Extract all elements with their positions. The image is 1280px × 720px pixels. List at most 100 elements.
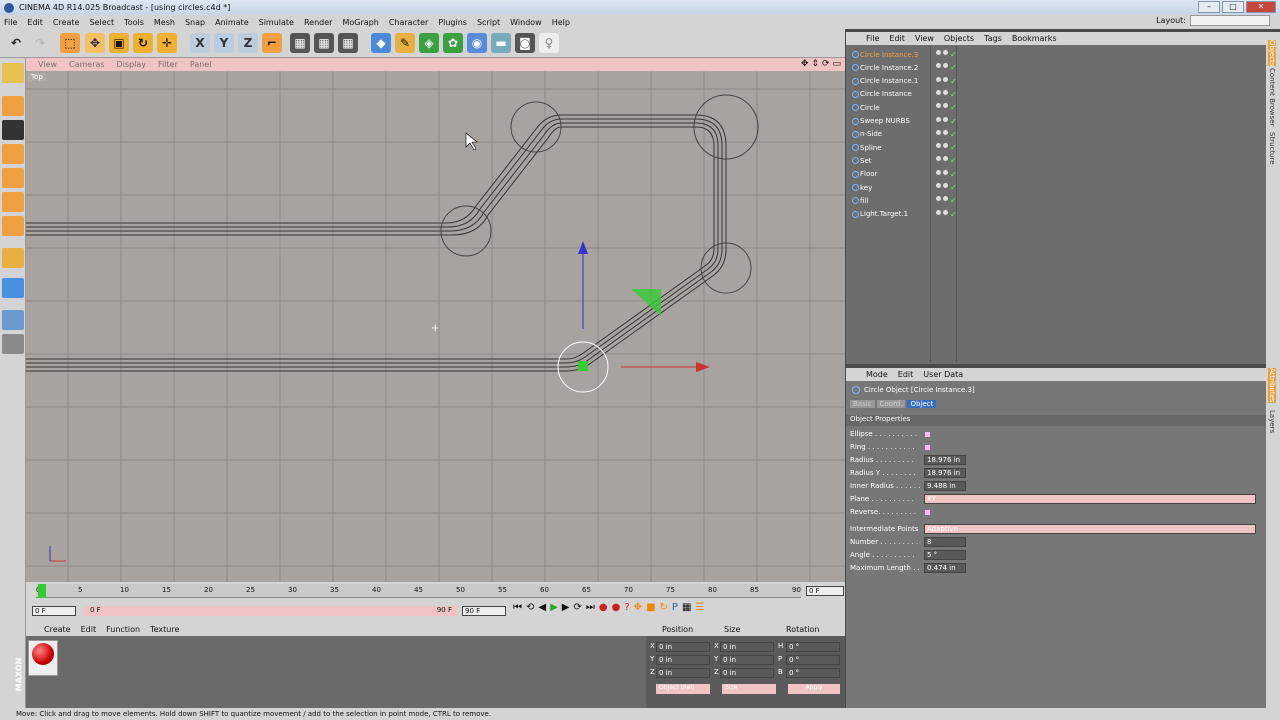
minimize-button[interactable]: – bbox=[1198, 1, 1220, 13]
planar-workplane-icon[interactable] bbox=[2, 334, 24, 354]
pan-icon[interactable]: ✥ bbox=[801, 59, 809, 69]
pos-x-field[interactable]: 0 in bbox=[656, 642, 710, 652]
next-frame-icon[interactable]: ▶ bbox=[562, 602, 570, 613]
om-menu-tags[interactable]: Tags bbox=[984, 34, 1002, 43]
viewport-top[interactable]: View Cameras Display Filter Panel Top + … bbox=[26, 58, 845, 582]
go-to-end-icon[interactable]: ⏭ bbox=[586, 602, 595, 613]
pos-z-field[interactable]: 0 in bbox=[656, 668, 710, 678]
tab-objects[interactable]: Objects bbox=[1268, 40, 1276, 67]
rot-b-field[interactable]: 0 ° bbox=[786, 668, 840, 678]
previous-frame-icon[interactable]: ◀ bbox=[538, 602, 546, 613]
rot-p-field[interactable]: 0 ° bbox=[786, 655, 840, 665]
om-menu-objects[interactable]: Objects bbox=[944, 34, 974, 43]
position-key-icon[interactable]: ✥ bbox=[634, 602, 642, 613]
property-checkbox[interactable] bbox=[924, 430, 931, 438]
size-x-field[interactable]: 0 in bbox=[720, 642, 774, 652]
viewport-menu-cameras[interactable]: Cameras bbox=[69, 60, 105, 69]
property-checkbox[interactable] bbox=[924, 508, 931, 516]
rotate-view-icon[interactable]: ⟳ bbox=[822, 59, 830, 69]
tab-object[interactable]: Object bbox=[907, 400, 937, 408]
size-y-field[interactable]: 0 in bbox=[720, 655, 774, 665]
scale-key-icon[interactable]: ■ bbox=[646, 602, 655, 613]
play-icon[interactable]: ▶ bbox=[550, 602, 558, 613]
start-frame-field[interactable]: 0 F bbox=[32, 606, 76, 616]
coordinate-system-icon[interactable]: ⌐ bbox=[262, 33, 282, 53]
y-axis-lock-icon[interactable]: Y bbox=[214, 33, 234, 53]
render-view-icon[interactable]: ▦ bbox=[290, 33, 310, 53]
rotation-key-icon[interactable]: ↻ bbox=[660, 602, 668, 613]
object-row[interactable]: Circle Instance.2 ✓ bbox=[850, 61, 1262, 74]
close-button[interactable]: ✕ bbox=[1246, 1, 1276, 13]
viewport-canvas[interactable]: + bbox=[26, 71, 845, 582]
property-checkbox[interactable] bbox=[924, 443, 931, 451]
nurbs-icon[interactable]: ◈ bbox=[419, 33, 439, 53]
cube-primitive-icon[interactable]: ◆ bbox=[371, 33, 391, 53]
visibility-toggles[interactable]: ✓ bbox=[936, 183, 957, 192]
previous-key-icon[interactable]: ⟲ bbox=[526, 602, 534, 613]
move-tool-icon[interactable]: ✥ bbox=[85, 33, 105, 53]
viewport-menu-panel[interactable]: Panel bbox=[190, 60, 212, 69]
om-menu-bookmarks[interactable]: Bookmarks bbox=[1012, 34, 1057, 43]
keyframe-selection-icon[interactable]: ? bbox=[624, 602, 629, 613]
timeline-menu-icon[interactable]: ☰ bbox=[695, 602, 704, 613]
size-z-field[interactable]: 0 in bbox=[720, 668, 774, 678]
menu-select[interactable]: Select bbox=[89, 18, 114, 27]
render-picture-viewer-icon[interactable]: ▦ bbox=[314, 33, 334, 53]
undo-icon[interactable]: ↶ bbox=[6, 33, 26, 53]
object-row[interactable]: Circle Instance ✓ bbox=[850, 88, 1262, 101]
om-menu-edit[interactable]: Edit bbox=[889, 34, 905, 43]
object-row[interactable]: n-Side ✓ bbox=[850, 128, 1262, 141]
menu-plugins[interactable]: Plugins bbox=[438, 18, 467, 27]
tab-structure[interactable]: Structure bbox=[1268, 132, 1276, 165]
object-row[interactable]: fill ✓ bbox=[850, 194, 1262, 207]
go-to-start-icon[interactable]: ⏮ bbox=[513, 602, 522, 613]
scale-tool-icon[interactable]: ▣ bbox=[109, 33, 129, 53]
menu-file[interactable]: File bbox=[4, 18, 17, 27]
autokey-icon[interactable]: ● bbox=[612, 602, 621, 613]
redo-icon[interactable]: ↷ bbox=[30, 33, 50, 53]
menu-edit[interactable]: Edit bbox=[27, 18, 43, 27]
visibility-toggles[interactable]: ✓ bbox=[936, 116, 957, 126]
points-mode-icon[interactable] bbox=[2, 168, 24, 188]
menu-animate[interactable]: Animate bbox=[215, 18, 249, 27]
property-select[interactable]: XY bbox=[924, 494, 1256, 504]
om-menu-view[interactable]: View bbox=[915, 34, 934, 43]
tab-coord[interactable]: Coord. bbox=[876, 400, 906, 408]
next-key-icon[interactable]: ⟳ bbox=[574, 602, 582, 613]
viewport-menu-display[interactable]: Display bbox=[117, 60, 147, 69]
circle-instances[interactable] bbox=[440, 94, 759, 294]
visibility-toggles[interactable]: ✓ bbox=[936, 169, 957, 179]
menu-tools[interactable]: Tools bbox=[124, 18, 144, 27]
menu-mograph[interactable]: MoGraph bbox=[342, 18, 378, 27]
texture-mode-icon[interactable] bbox=[2, 120, 24, 140]
menu-mesh[interactable]: Mesh bbox=[154, 18, 175, 27]
pen-spline-icon[interactable]: ✎ bbox=[395, 33, 415, 53]
visibility-toggles[interactable]: ✓ bbox=[936, 196, 957, 205]
layout-select[interactable] bbox=[1190, 15, 1270, 26]
menu-snap[interactable]: Snap bbox=[185, 18, 205, 27]
property-number-field[interactable]: 8 bbox=[924, 537, 966, 547]
viewport-menu-view[interactable]: View bbox=[38, 60, 57, 69]
toggle-view-icon[interactable]: ▭ bbox=[832, 59, 841, 69]
am-menu-user-data[interactable]: User Data bbox=[923, 370, 963, 379]
visibility-toggles[interactable]: ✓ bbox=[936, 76, 957, 86]
size-mode-select[interactable]: Size bbox=[722, 684, 776, 694]
recent-tool-icon[interactable]: ✛ bbox=[157, 33, 177, 53]
material-swatch[interactable]: Mat bbox=[28, 640, 58, 676]
material-menu-create[interactable]: Create bbox=[44, 625, 71, 634]
menu-create[interactable]: Create bbox=[53, 18, 80, 27]
render-settings-icon[interactable]: ▦ bbox=[338, 33, 358, 53]
om-menu-file[interactable]: File bbox=[866, 34, 879, 43]
point-level-icon[interactable]: ▦ bbox=[682, 602, 691, 613]
menu-character[interactable]: Character bbox=[389, 18, 429, 27]
z-axis-lock-icon[interactable]: Z bbox=[238, 33, 258, 53]
property-select[interactable]: Adaptive bbox=[924, 524, 1256, 534]
viewport-menu-filter[interactable]: Filter bbox=[158, 60, 178, 69]
timeline-ruler[interactable]: 051015202530354045505560657075808590 bbox=[36, 584, 801, 598]
object-row[interactable]: Sweep NURBS ✓ bbox=[850, 115, 1262, 128]
am-menu-mode[interactable]: Mode bbox=[866, 370, 888, 379]
visibility-toggles[interactable]: ✓ bbox=[936, 63, 957, 72]
range-slider[interactable]: 0 F 90 F bbox=[84, 606, 458, 616]
object-row[interactable]: key ✓ bbox=[850, 181, 1262, 194]
visibility-toggles[interactable]: ✓ bbox=[936, 143, 957, 152]
